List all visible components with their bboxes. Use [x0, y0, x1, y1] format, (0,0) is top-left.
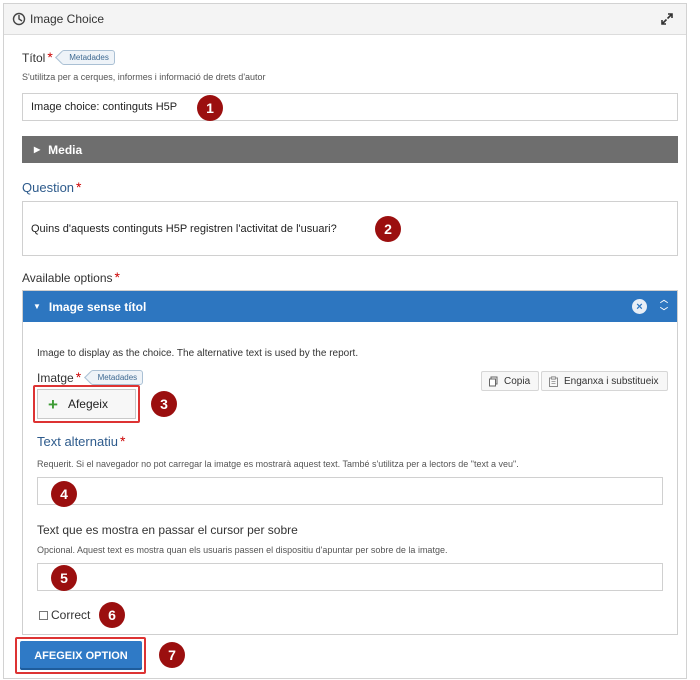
question-input-value: Quins d'aquests continguts H5P registren…	[31, 222, 337, 235]
hover-text-label: Text que es mostra en passar el cursor p…	[37, 523, 298, 537]
title-metadata-button[interactable]: Metadades	[61, 50, 115, 65]
marker-1: 1	[197, 95, 223, 121]
move-up-icon[interactable]: ︿	[657, 294, 671, 306]
hover-text-input[interactable]	[37, 563, 663, 591]
caret-right-icon: ▶	[34, 145, 41, 154]
reorder-arrows: ︿ ﹀	[657, 294, 671, 319]
expand-icon[interactable]	[660, 12, 674, 26]
marker-2: 2	[375, 216, 401, 242]
question-required-mark: *	[76, 179, 82, 195]
hover-text-description: Opcional. Aquest text es mostra quan els…	[37, 545, 448, 555]
question-label: Question	[22, 180, 75, 195]
alt-text-description: Requerit. Si el navegador no pot carrega…	[37, 459, 519, 469]
marker-4: 4	[51, 481, 77, 507]
copy-label: Copia	[504, 375, 531, 387]
title-input-value: Image choice: continguts H5P	[31, 101, 178, 113]
image-required-mark: *	[75, 369, 82, 385]
paste-icon	[549, 375, 558, 387]
title-required-mark: *	[47, 49, 53, 65]
add-image-label: Afegeix	[67, 397, 108, 411]
h5p-hub-icon	[12, 12, 26, 26]
media-label: Media	[48, 142, 83, 157]
option-item: ▼ Image sense títol × ︿ ﹀ Image to displ…	[22, 290, 678, 635]
add-image-button[interactable]: + Afegeix	[37, 389, 136, 419]
copy-button[interactable]: Copia	[481, 371, 540, 391]
image-choice-editor: Image Choice Títol * Metadades S'utilitza…	[3, 3, 687, 679]
available-options-label-row: Available options *	[22, 269, 120, 287]
title-label: Títol	[22, 51, 46, 65]
alt-text-label: Text alternatiu	[37, 434, 118, 449]
remove-option-icon[interactable]: ×	[632, 299, 647, 314]
marker-3: 3	[151, 391, 177, 417]
correct-label: Correct	[51, 608, 91, 622]
image-label: Imatge	[37, 371, 74, 385]
title-input[interactable]: Image choice: continguts H5P	[22, 93, 678, 121]
move-down-icon[interactable]: ﹀	[657, 306, 671, 318]
question-label-row: Question *	[22, 179, 82, 197]
image-metadata-button[interactable]: Metadades	[89, 370, 144, 385]
available-options-label: Available options	[22, 271, 113, 285]
plus-icon: +	[48, 394, 58, 414]
media-toggle[interactable]: ▶ Media	[22, 136, 678, 163]
alt-text-label-row: Text alternatiu *	[37, 433, 125, 451]
question-input[interactable]: Quins d'aquests continguts H5P registren…	[22, 201, 678, 256]
alt-text-input[interactable]	[37, 477, 663, 505]
option-item-header[interactable]: ▼ Image sense títol × ︿ ﹀	[23, 291, 677, 322]
marker-5: 5	[51, 565, 77, 591]
title-description: S'utilitza per a cerques, informes i inf…	[22, 72, 266, 82]
title-label-row: Títol * Metadades	[22, 49, 115, 67]
editor-header: Image Choice	[4, 4, 686, 35]
marker-7: 7	[159, 642, 185, 668]
paste-replace-button[interactable]: Enganxa i substitueix	[541, 371, 668, 391]
paste-replace-label: Enganxa i substitueix	[564, 375, 659, 387]
alt-text-required-mark: *	[119, 433, 126, 449]
editor-title: Image Choice	[30, 12, 105, 26]
caret-down-icon: ▼	[33, 302, 41, 311]
image-description: Image to display as the choice. The alte…	[37, 348, 359, 359]
add-option-button[interactable]: AFEGEIX OPTION	[20, 641, 142, 670]
copy-icon	[489, 376, 498, 386]
option-item-title: Image sense títol	[48, 299, 147, 314]
marker-6: 6	[99, 602, 125, 628]
available-options-required-mark: *	[114, 269, 120, 285]
correct-checkbox[interactable]	[39, 611, 48, 620]
